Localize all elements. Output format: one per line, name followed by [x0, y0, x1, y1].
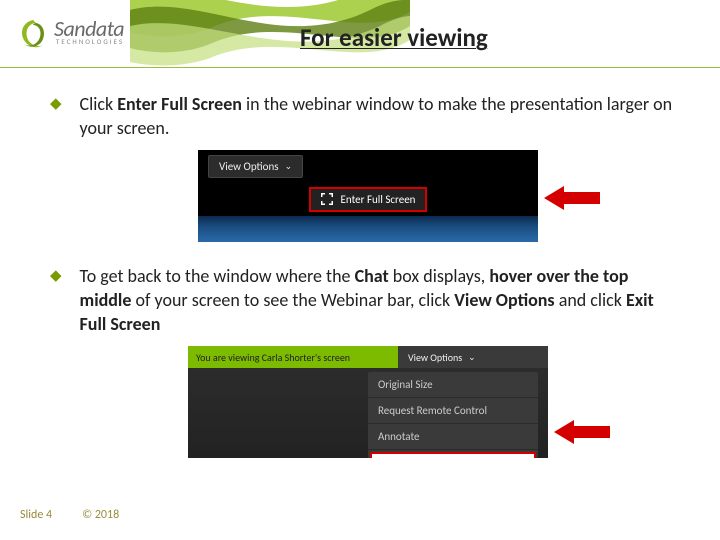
slide-footer: Slide 4 © 2018 — [20, 508, 119, 522]
screenshot-1: View Options ⌄ Enter Full Screen — [50, 150, 686, 242]
bullet-1: ◆ Click Enter Full Screen in the webinar… — [50, 92, 686, 140]
sharing-banner-text: You are viewing Carla Shorter's screen — [196, 351, 350, 364]
copyright: © 2018 — [82, 508, 119, 522]
bullet-2: ◆ To get back to the window where the Ch… — [50, 264, 686, 336]
enter-full-screen-label: Enter Full Screen — [341, 193, 416, 206]
slide-body: ◆ Click Enter Full Screen in the webinar… — [0, 68, 720, 458]
menu-item-exit-full-screen: Exit Full Screen — [370, 452, 536, 458]
b2-p3: of your screen to see the Webinar bar, c… — [131, 289, 454, 311]
brand-logo: Sandata TECHNOLOGIES — [18, 18, 124, 52]
chevron-down-icon: ⌄ — [285, 161, 293, 172]
view-options-button: View Options ⌄ — [208, 155, 303, 178]
view-options-button: View Options ⌄ — [398, 346, 548, 368]
bullet-1-bold: Enter Full Screen — [117, 93, 242, 115]
chevron-down-icon: ⌄ — [468, 352, 476, 363]
b2-b3: View Options — [454, 289, 554, 311]
brand-subtitle: TECHNOLOGIES — [54, 38, 124, 45]
screenshot-2: You are viewing Carla Shorter's screen V… — [50, 346, 686, 458]
bullet-1-pre: Click — [80, 93, 118, 115]
swirl-icon — [18, 18, 48, 52]
slide-header: Sandata TECHNOLOGIES For easier viewing — [0, 0, 720, 68]
fullscreen-icon — [321, 193, 333, 205]
bullet-icon: ◆ — [50, 92, 62, 140]
enter-full-screen-button: Enter Full Screen — [309, 187, 428, 212]
view-options-label: View Options — [219, 160, 279, 173]
menu-item-request-remote: Request Remote Control — [368, 398, 538, 424]
menu-item-annotate: Annotate — [368, 424, 538, 450]
b2-p4: and click — [555, 289, 626, 311]
b2-p1: To get back to the window where the — [80, 265, 355, 287]
view-options-label: View Options — [408, 351, 462, 364]
slide-title: For easier viewing — [300, 22, 488, 53]
view-options-menu: Original Size Request Remote Control Ann… — [368, 372, 538, 458]
sharing-banner: You are viewing Carla Shorter's screen — [188, 346, 398, 368]
bullet-icon: ◆ — [50, 264, 62, 336]
bullet-2-text: To get back to the window where the Chat… — [80, 264, 680, 336]
brand-text: Sandata TECHNOLOGIES — [54, 18, 124, 45]
b2-p2: box displays, — [389, 265, 490, 287]
callout-arrow-icon — [554, 420, 610, 444]
bullet-1-text: Click Enter Full Screen in the webinar w… — [80, 92, 680, 140]
slide-number: Slide 4 — [20, 508, 52, 522]
callout-arrow-icon — [544, 186, 600, 210]
menu-item-original-size: Original Size — [368, 372, 538, 398]
b2-b1: Chat — [355, 265, 389, 287]
